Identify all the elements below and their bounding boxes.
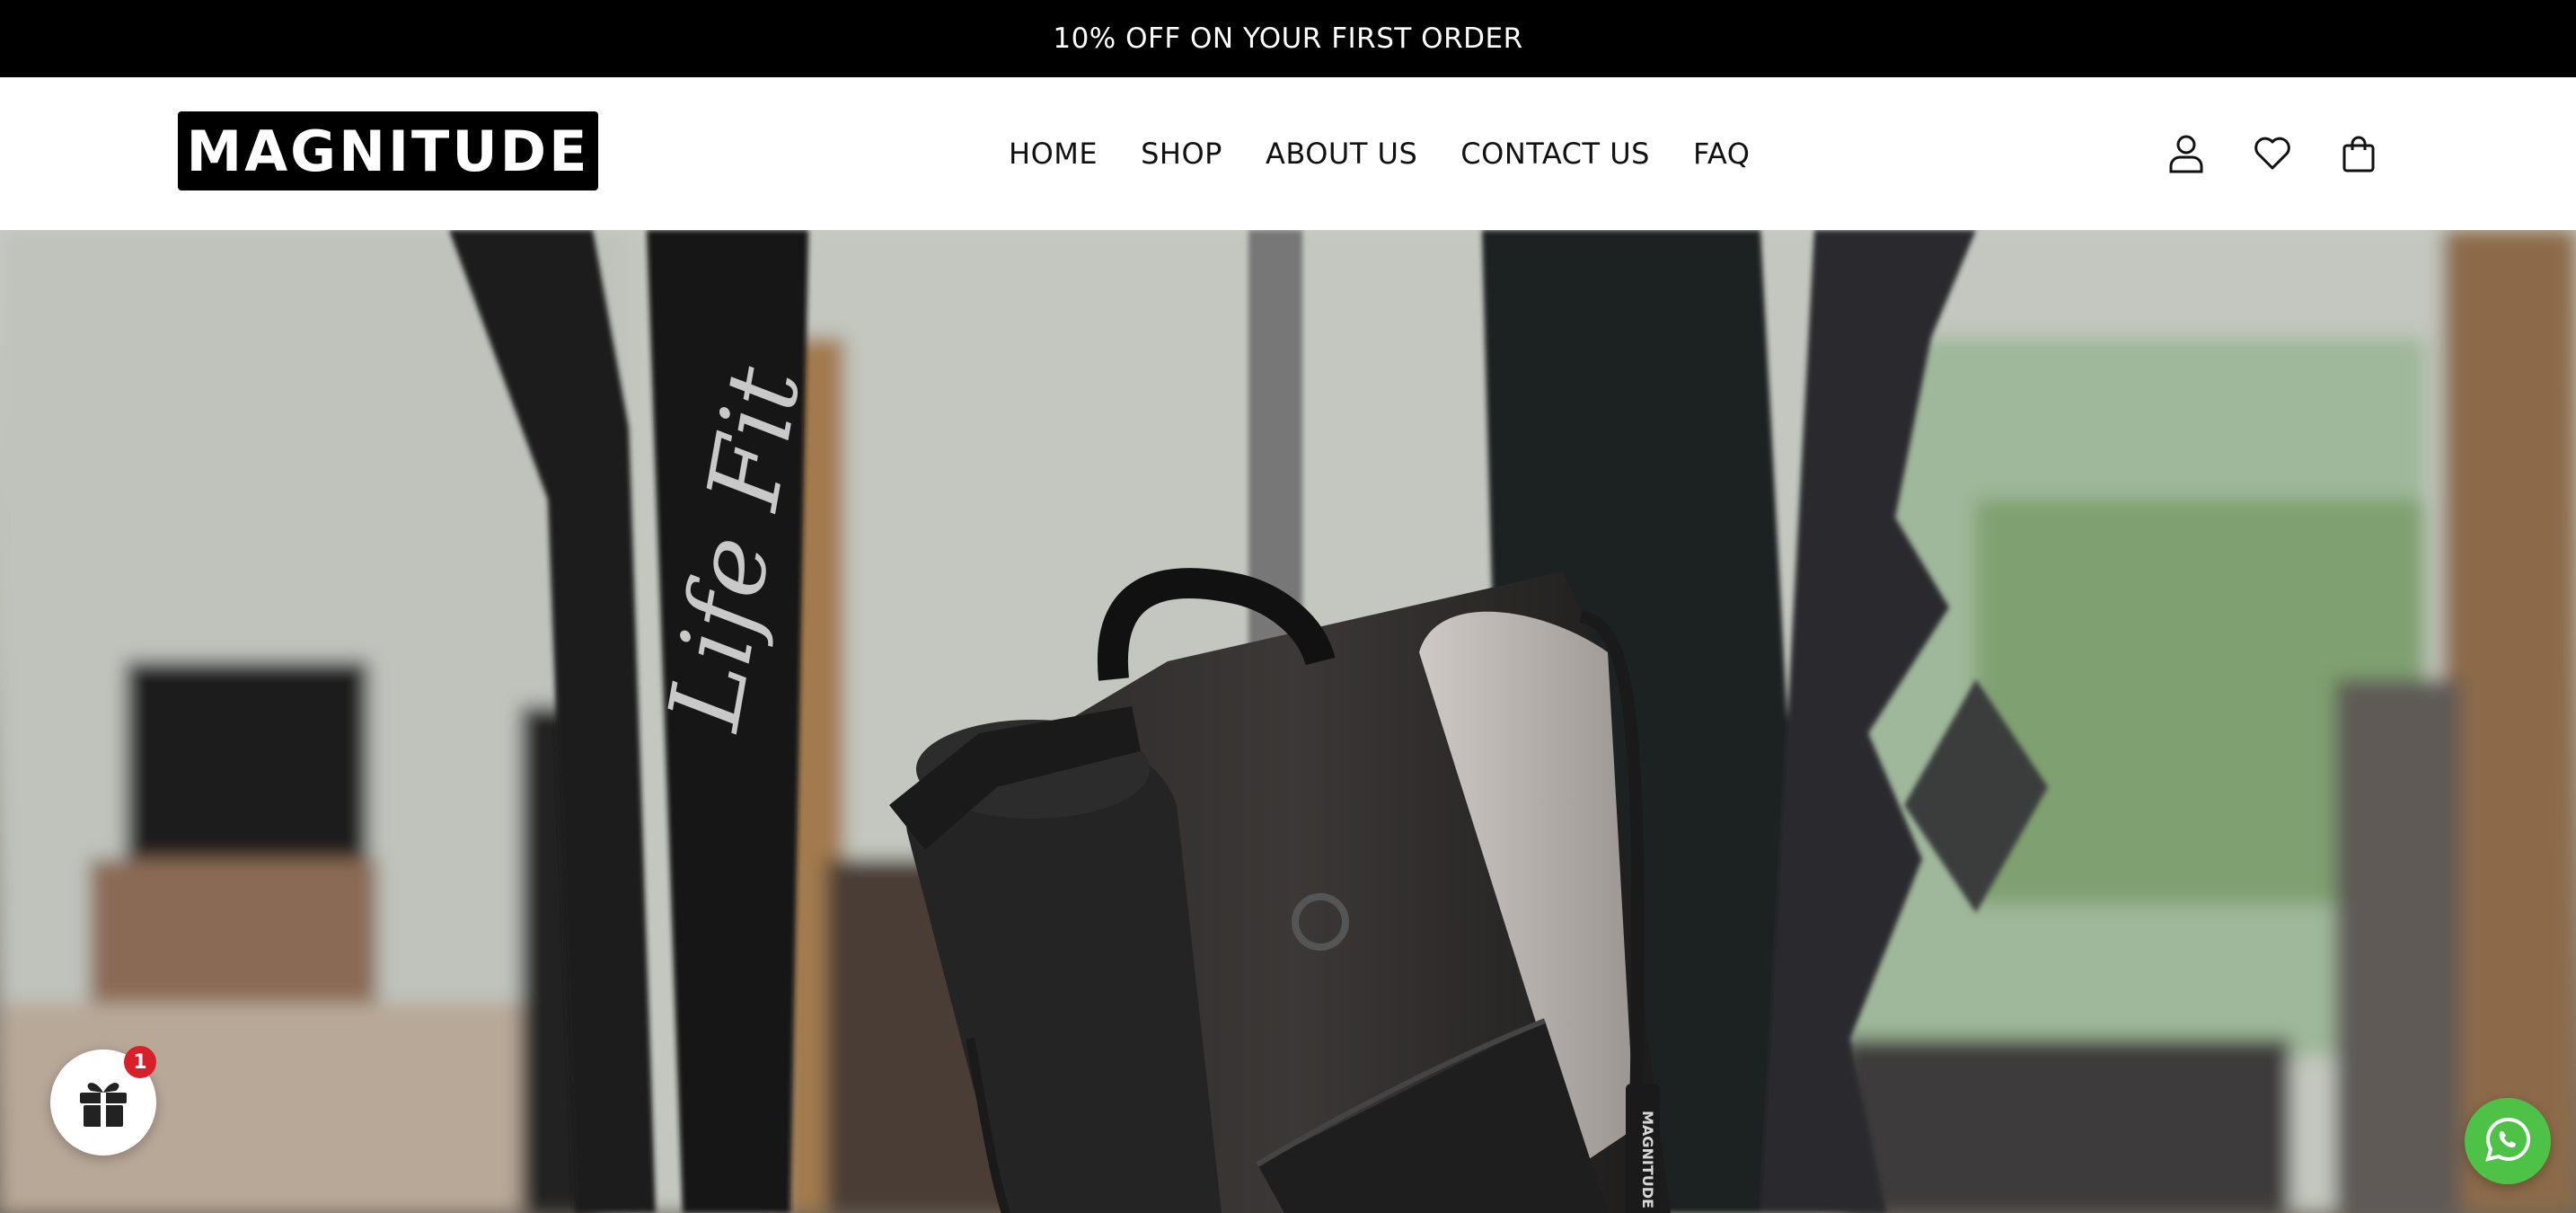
brand-logo[interactable]: MAGNITUDE xyxy=(178,111,598,190)
brand-logo-text: MAGNITUDE xyxy=(186,118,590,184)
gift-icon xyxy=(76,1073,130,1132)
cart-bag-icon[interactable] xyxy=(2339,134,2378,173)
nav-contact-us[interactable]: CONTACT US xyxy=(1460,137,1650,171)
whatsapp-button[interactable] xyxy=(2465,1098,2551,1184)
nav-home[interactable]: HOME xyxy=(1009,137,1098,171)
hero-banner[interactable]: Life Fit MAGNITUDE xyxy=(0,230,2576,1213)
whatsapp-icon xyxy=(2483,1114,2533,1168)
wishlist-heart-icon[interactable] xyxy=(2253,134,2292,173)
account-icon[interactable] xyxy=(2166,134,2206,173)
announcement-text: 10% OFF ON YOUR FIRST ORDER xyxy=(1053,22,1523,55)
site-header: MAGNITUDE HOME SHOP ABOUT US CONTACT US … xyxy=(0,77,2576,230)
hero-image: Life Fit MAGNITUDE xyxy=(0,230,2576,1213)
nav-faq[interactable]: FAQ xyxy=(1693,137,1750,171)
announcement-bar: 10% OFF ON YOUR FIRST ORDER xyxy=(0,0,2576,77)
gift-badge-count: 1 xyxy=(124,1046,156,1078)
nav-shop[interactable]: SHOP xyxy=(1141,137,1222,171)
header-actions xyxy=(2166,77,2378,230)
nav-about-us[interactable]: ABOUT US xyxy=(1266,137,1417,171)
main-nav: HOME SHOP ABOUT US CONTACT US FAQ xyxy=(1009,77,1750,230)
bag-tag-text: MAGNITUDE xyxy=(1639,1111,1656,1209)
